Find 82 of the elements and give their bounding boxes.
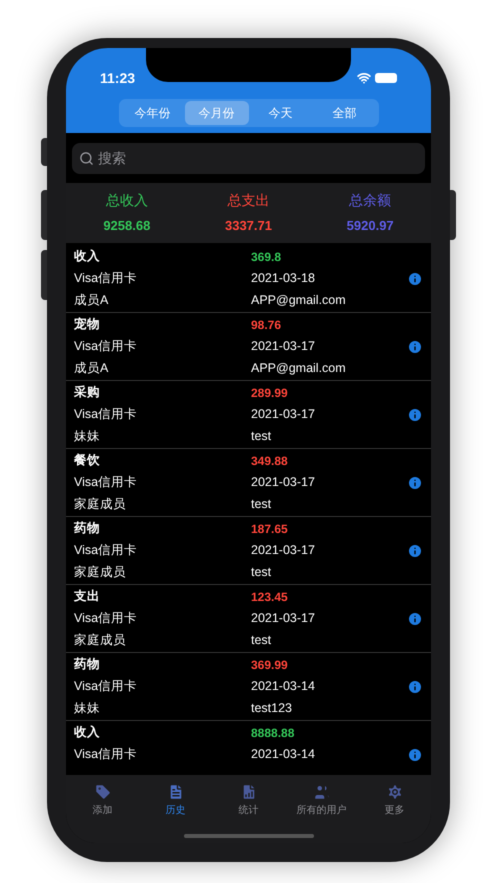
member: 成员A — [74, 360, 110, 378]
member: 妹妹 — [74, 700, 101, 718]
record-row[interactable]: 采购 289.99 Visa信用卡 2021-03-17 妹妹 test — [66, 381, 431, 449]
tab-bar-item[interactable]: 统计 — [216, 783, 280, 818]
note: test — [251, 632, 272, 650]
account: Visa信用卡 — [74, 678, 138, 696]
member: 家庭成员 — [74, 496, 127, 514]
record-row[interactable]: 宠物 98.76 Visa信用卡 2021-03-17 成员A APP@gmail.com — [66, 313, 431, 381]
date: 2021-03-17 — [251, 610, 316, 628]
summary-label: 总收入 — [106, 191, 148, 210]
account: Visa信用卡 — [74, 746, 138, 764]
amount: 8888.88 — [251, 724, 296, 742]
date: 2021-03-14 — [251, 678, 316, 696]
note: APP@gmail.com — [251, 292, 347, 310]
record-row[interactable]: 药物 369.99 Visa信用卡 2021-03-14 妹妹 test123 — [66, 653, 431, 721]
summary-label: 总支出 — [227, 191, 270, 210]
date: 2021-03-17 — [251, 542, 316, 560]
category: 收入 — [74, 248, 101, 266]
summary-value: 3337.71 — [224, 217, 272, 236]
tab-bar-item[interactable]: 历史 — [144, 783, 208, 818]
info-icon[interactable] — [407, 678, 423, 694]
period-tab[interactable]: 今天 — [248, 101, 312, 125]
category: 宠物 — [74, 316, 101, 334]
category: 采购 — [74, 384, 101, 402]
amount: 289.99 — [251, 384, 289, 402]
amount: 123.45 — [251, 588, 289, 606]
info-icon[interactable] — [407, 610, 423, 626]
tab-bar-item[interactable]: 所有的用户 — [290, 783, 354, 818]
note: test123 — [251, 700, 294, 718]
account: Visa信用卡 — [74, 474, 138, 492]
amount: 369.8 — [251, 248, 282, 266]
member: 家庭成员 — [74, 632, 127, 650]
amount: 369.99 — [251, 656, 289, 674]
period-tab[interactable]: 全部 — [312, 101, 376, 125]
date: 2021-03-14 — [251, 746, 316, 764]
tab-bar-item[interactable]: 更多 — [362, 783, 426, 818]
period-tab[interactable]: 今年份 — [120, 101, 184, 125]
member: 妹妹 — [74, 428, 101, 446]
info-icon[interactable] — [407, 338, 423, 354]
category: 支出 — [74, 588, 101, 606]
info-icon[interactable] — [407, 542, 423, 558]
amount: 187.65 — [251, 520, 289, 538]
account: Visa信用卡 — [74, 610, 138, 628]
date: 2021-03-17 — [251, 406, 316, 424]
date: 2021-03-17 — [251, 338, 316, 356]
info-icon[interactable] — [407, 406, 423, 422]
info-icon[interactable] — [407, 474, 423, 490]
clock: 11:23 — [100, 68, 136, 88]
battery-icon — [375, 73, 397, 83]
record-row[interactable]: 餐饮 349.88 Visa信用卡 2021-03-17 家庭成员 test — [66, 449, 431, 517]
record-row[interactable]: 支出 123.45 Visa信用卡 2021-03-17 家庭成员 test — [66, 585, 431, 653]
category: 餐饮 — [74, 452, 101, 470]
account: Visa信用卡 — [74, 406, 138, 424]
account: Visa信用卡 — [74, 338, 138, 356]
date: 2021-03-18 — [251, 270, 316, 288]
note: APP@gmail.com — [251, 360, 347, 378]
category: 药物 — [74, 656, 101, 674]
account: Visa信用卡 — [74, 270, 138, 288]
summary-label: 总余额 — [349, 191, 392, 210]
summary-value: 5920.97 — [346, 217, 394, 236]
summary-value: 9258.68 — [103, 217, 150, 236]
wifi-icon — [357, 71, 371, 85]
tab-bar-item[interactable]: 添加 — [70, 783, 134, 818]
amount: 98.76 — [251, 316, 282, 334]
note: test — [251, 428, 272, 446]
category: 收入 — [74, 724, 101, 742]
search-icon — [79, 150, 94, 166]
amount: 349.88 — [251, 452, 289, 470]
info-icon[interactable] — [407, 746, 423, 762]
note: test — [251, 496, 272, 514]
member: 成员A — [74, 292, 110, 310]
tag-icon — [94, 783, 112, 801]
info-icon[interactable] — [407, 270, 423, 286]
date: 2021-03-17 — [251, 474, 316, 492]
category: 药物 — [74, 520, 101, 538]
users-icon — [312, 783, 330, 801]
search-field[interactable]: 搜索 — [72, 142, 425, 174]
account: Visa信用卡 — [74, 542, 138, 560]
record-row[interactable]: 收入 369.8 Visa信用卡 2021-03-18 成员A APP@gmail.com — [66, 245, 431, 313]
record-row[interactable]: 药物 187.65 Visa信用卡 2021-03-17 家庭成员 test — [66, 517, 431, 585]
member: 家庭成员 — [74, 564, 127, 582]
note: test — [251, 564, 272, 582]
